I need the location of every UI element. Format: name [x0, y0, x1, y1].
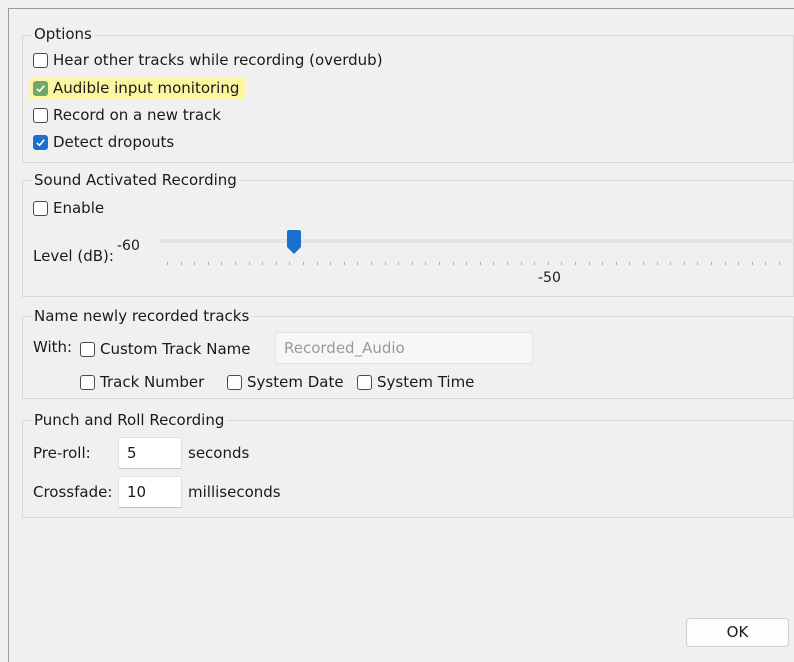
level-slider-thumb[interactable] [285, 229, 303, 255]
slider-tick [561, 262, 562, 265]
audible-monitoring-label: Audible input monitoring [53, 79, 240, 97]
slider-tick [344, 262, 345, 265]
slider-tick [752, 262, 753, 265]
crossfade-unit-label: milliseconds [188, 483, 281, 501]
overdub-checkbox[interactable]: Hear other tracks while recording (overd… [33, 48, 383, 72]
slider-tick [657, 262, 658, 265]
slider-tick [575, 262, 576, 265]
detect-dropouts-label: Detect dropouts [53, 133, 175, 151]
slider-tick [616, 262, 617, 265]
slider-tick [521, 262, 522, 265]
slider-tick [330, 262, 331, 265]
slider-tick [453, 262, 454, 265]
checkbox-box[interactable] [33, 80, 48, 96]
checkbox-box[interactable] [33, 107, 48, 123]
checkbox-box[interactable] [33, 134, 48, 150]
slider-tick [262, 262, 263, 265]
slider-tick [385, 262, 386, 265]
detect-dropouts-checkbox[interactable]: Detect dropouts [33, 130, 174, 154]
slider-tick [738, 262, 739, 265]
slider-tick [439, 262, 440, 265]
options-title: Options [32, 24, 94, 44]
slider-tick [235, 262, 236, 265]
slider-tick [779, 262, 780, 265]
naming-title: Name newly recorded tracks [32, 306, 252, 326]
slider-tick [589, 262, 590, 265]
level-min-label: -60 [117, 238, 140, 254]
level-slider-track[interactable] [160, 239, 794, 243]
enable-label: Enable [53, 199, 105, 217]
checkbox-box[interactable] [33, 200, 48, 216]
slider-tick [765, 262, 766, 265]
level-label: Level (dB): [33, 247, 114, 265]
audible-monitoring-checkbox[interactable]: Audible input monitoring [29, 76, 246, 100]
slider-tick [480, 262, 481, 265]
slider-tick [249, 262, 250, 265]
slider-tick [357, 262, 358, 265]
slider-tick [725, 262, 726, 265]
slider-tick [670, 262, 671, 265]
system-time-label: System Time [377, 373, 475, 391]
level-mark-label: -50 [538, 270, 561, 286]
punch-title: Punch and Roll Recording [32, 410, 227, 430]
enable-checkbox[interactable]: Enable [33, 196, 104, 220]
crossfade-input[interactable]: 10 [118, 476, 182, 508]
slider-tick [643, 262, 644, 265]
checkbox-box[interactable] [80, 341, 95, 357]
system-time-checkbox[interactable]: System Time [357, 370, 474, 394]
system-date-label: System Date [247, 373, 344, 391]
slider-tick [208, 262, 209, 265]
slider-tick [412, 262, 413, 265]
custom-track-name-label: Custom Track Name [100, 340, 251, 358]
track-number-label: Track Number [100, 373, 205, 391]
slider-tick [684, 262, 685, 265]
slider-tick [711, 262, 712, 265]
record-new-track-checkbox[interactable]: Record on a new track [33, 103, 221, 127]
checkbox-box[interactable] [80, 374, 95, 390]
slider-tick [548, 262, 549, 265]
checkmark-icon [36, 138, 45, 146]
checkbox-box[interactable] [33, 52, 48, 68]
slider-tick [181, 262, 182, 265]
slider-tick [629, 262, 630, 265]
slider-tick [697, 262, 698, 265]
preroll-label: Pre-roll: [33, 444, 91, 462]
system-date-checkbox[interactable]: System Date [227, 370, 344, 394]
slider-tick [534, 262, 535, 265]
slider-tick [507, 262, 508, 265]
slider-tick [303, 262, 304, 265]
checkmark-icon [36, 84, 45, 92]
slider-tick [425, 262, 426, 265]
slider-tick [398, 262, 399, 265]
slider-tick [276, 262, 277, 265]
slider-tick [167, 262, 168, 265]
record-new-track-label: Record on a new track [53, 106, 221, 124]
ok-button[interactable]: OK [686, 618, 789, 647]
crossfade-label: Crossfade: [33, 483, 113, 501]
slider-tick [466, 262, 467, 265]
track-number-checkbox[interactable]: Track Number [80, 370, 204, 394]
slider-tick [221, 262, 222, 265]
slider-tick [493, 262, 494, 265]
sound-activated-title: Sound Activated Recording [32, 170, 239, 190]
overdub-label: Hear other tracks while recording (overd… [53, 51, 383, 69]
with-label: With: [33, 338, 73, 356]
slider-tick [194, 262, 195, 265]
preroll-unit-label: seconds [188, 444, 250, 462]
slider-tick [602, 262, 603, 265]
custom-track-name-checkbox[interactable]: Custom Track Name [80, 337, 251, 361]
custom-track-name-input[interactable]: Recorded_Audio [275, 332, 533, 364]
checkbox-box[interactable] [227, 374, 242, 390]
highlight: Audible input monitoring [29, 77, 246, 99]
preroll-input[interactable]: 5 [118, 437, 182, 469]
checkbox-box[interactable] [357, 374, 372, 390]
slider-tick [371, 262, 372, 265]
slider-tick [317, 262, 318, 265]
slider-tick [289, 262, 290, 265]
